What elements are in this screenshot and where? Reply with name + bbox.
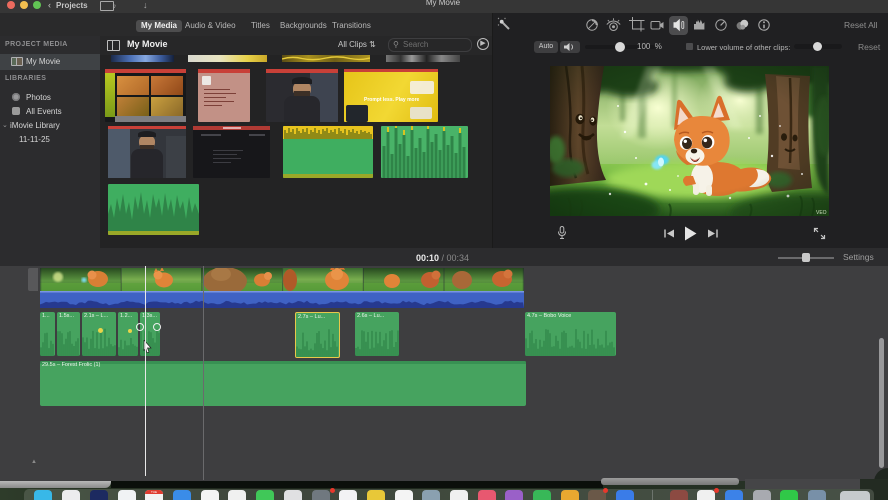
- svg-text:VEO: VEO: [816, 210, 827, 216]
